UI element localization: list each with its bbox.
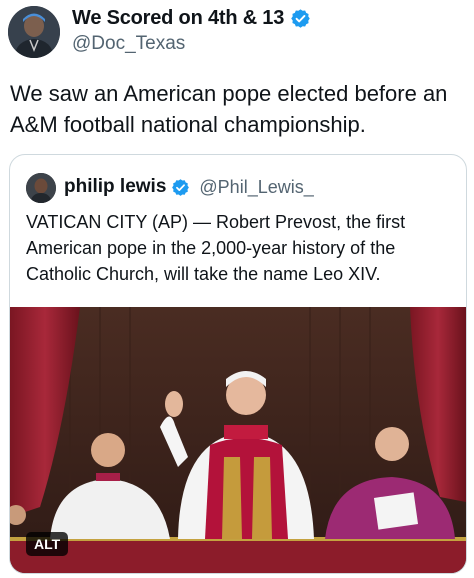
- quote-display-name[interactable]: philip lewis: [64, 176, 166, 198]
- author-handle[interactable]: @Doc_Texas: [72, 33, 185, 55]
- verified-badge-icon: [171, 178, 190, 197]
- verified-badge-icon: [290, 8, 311, 29]
- author-display-name[interactable]: We Scored on 4th & 13: [72, 7, 284, 30]
- tweet-text: We saw an American pope elected before a…: [10, 81, 448, 137]
- quote-author-avatar[interactable]: [26, 173, 56, 203]
- alt-text-badge[interactable]: ALT: [26, 532, 69, 556]
- quoted-tweet-card[interactable]: philip lewis @Phil_Lewis_ VATICAN CITY (…: [9, 154, 467, 574]
- quote-handle[interactable]: @Phil_Lewis_: [199, 177, 313, 198]
- pope-balcony-photo: [10, 307, 466, 573]
- quote-author-row[interactable]: philip lewis @Phil_Lewis_: [64, 176, 314, 198]
- quote-text: VATICAN CITY (AP) — Robert Prevost, the …: [26, 212, 406, 284]
- author-avatar[interactable]: [8, 6, 60, 58]
- quote-media-photo[interactable]: ALT: [10, 307, 466, 573]
- author-name-row[interactable]: We Scored on 4th & 13: [72, 7, 311, 30]
